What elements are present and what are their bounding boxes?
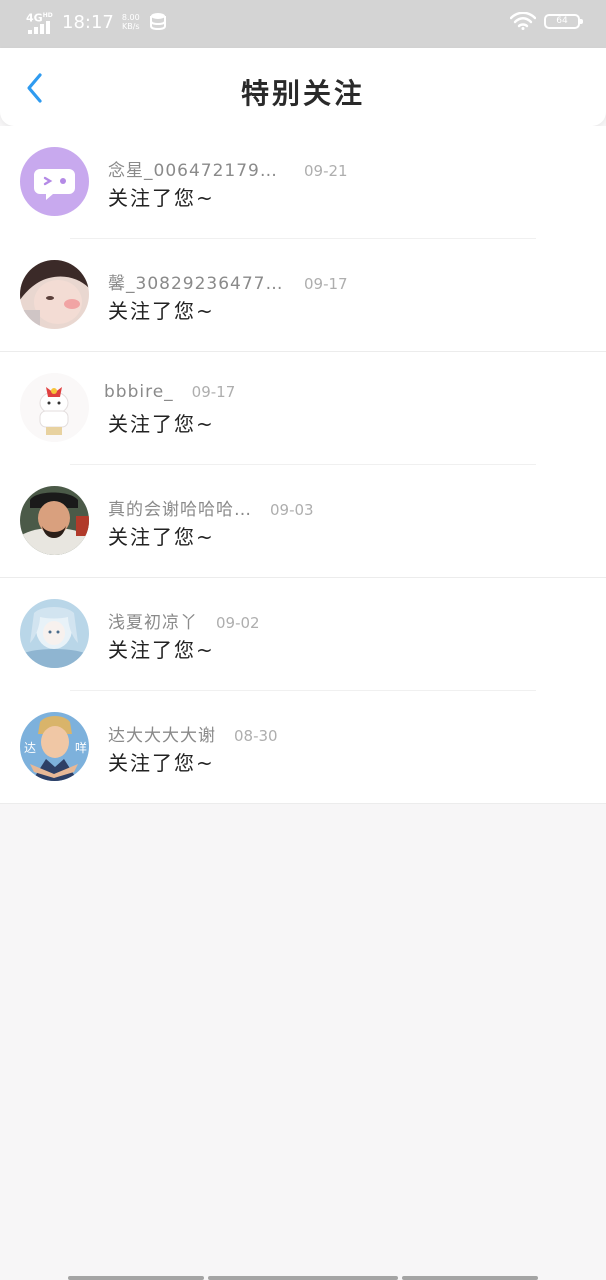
item-meta: 真的会谢哈哈哈… 09-03 — [108, 495, 314, 520]
avatar[interactable]: 达 咩 — [20, 712, 89, 781]
avatar-text-right: 咩 — [75, 740, 87, 755]
battery-icon: 64 — [544, 13, 583, 29]
item-meta: 馨_308292364775… 09-17 — [108, 269, 348, 294]
user-name[interactable]: 馨_308292364775… — [108, 269, 286, 294]
user-photo — [20, 260, 89, 329]
user-name[interactable]: 念星_00647217937… — [108, 156, 286, 181]
user-photo: 达 咩 — [20, 712, 89, 781]
item-message: 关注了您~ — [108, 525, 215, 549]
item-date: 09-02 — [216, 614, 260, 632]
avatar[interactable] — [20, 373, 89, 442]
user-name[interactable]: bbbire_ — [104, 382, 174, 402]
list-item[interactable]: 浅夏初凉丫 09-02 关注了您~ — [0, 578, 606, 691]
clock: 18:17 — [62, 11, 114, 33]
item-message: 关注了您~ — [108, 751, 215, 775]
list-item[interactable]: 念星_00647217937… 09-21 关注了您~ — [0, 126, 606, 239]
user-name[interactable]: 真的会谢哈哈哈… — [108, 495, 252, 520]
status-bar: 4GHD 18:17 8.00 KB/s 64 — [0, 0, 606, 48]
user-name[interactable]: 达大大大大谢 — [108, 721, 216, 746]
item-message: 关注了您~ — [108, 299, 215, 323]
list-item[interactable]: 馨_308292364775… 09-17 关注了您~ — [0, 239, 606, 352]
gesture-bar[interactable] — [0, 1274, 606, 1280]
item-date: 09-21 — [304, 162, 348, 180]
item-date: 09-17 — [304, 275, 348, 293]
item-message: 关注了您~ — [108, 638, 215, 662]
status-left: 4GHD 18:17 8.00 KB/s — [26, 10, 168, 34]
item-date: 09-17 — [191, 383, 236, 401]
item-date: 09-03 — [270, 501, 314, 519]
network-speed: 8.00 KB/s — [121, 13, 140, 31]
avatar[interactable] — [20, 147, 89, 216]
item-meta: 念星_00647217937… 09-21 — [108, 156, 348, 181]
item-message: 关注了您~ — [108, 412, 215, 436]
item-meta: 浅夏初凉丫 09-02 — [108, 608, 260, 633]
list-item[interactable]: 真的会谢哈哈哈… 09-03 关注了您~ — [0, 465, 606, 578]
app-header: 特别关注 — [0, 48, 606, 126]
user-name[interactable]: 浅夏初凉丫 — [108, 608, 198, 633]
item-meta: 达大大大大谢 08-30 — [108, 721, 278, 746]
list-item[interactable]: 达 咩 达大大大大谢 08-30 关注了您~ — [0, 691, 606, 804]
item-date: 08-30 — [234, 727, 278, 745]
avatar[interactable] — [20, 486, 89, 555]
user-photo — [20, 373, 89, 442]
status-right: 64 — [510, 12, 583, 30]
chat-bubble-icon — [20, 147, 89, 216]
page-title: 特别关注 — [240, 77, 365, 110]
item-meta: bbbire_ 09-17 — [104, 382, 235, 402]
cell-signal-icon: 4GHD — [26, 10, 56, 34]
user-photo — [20, 486, 89, 555]
avatar[interactable] — [20, 260, 89, 329]
user-photo — [20, 599, 89, 668]
battery-level: 64 — [556, 15, 568, 26]
data-saver-icon — [149, 13, 166, 31]
notification-list: 念星_00647217937… 09-21 关注了您~ 馨_3082923647… — [0, 126, 606, 804]
divider — [0, 803, 606, 804]
item-message: 关注了您~ — [108, 186, 215, 210]
wifi-icon — [510, 12, 536, 30]
avatar[interactable] — [20, 599, 89, 668]
avatar-text-left: 达 — [24, 741, 36, 755]
list-item[interactable]: bbbire_ 09-17 关注了您~ — [0, 352, 606, 465]
